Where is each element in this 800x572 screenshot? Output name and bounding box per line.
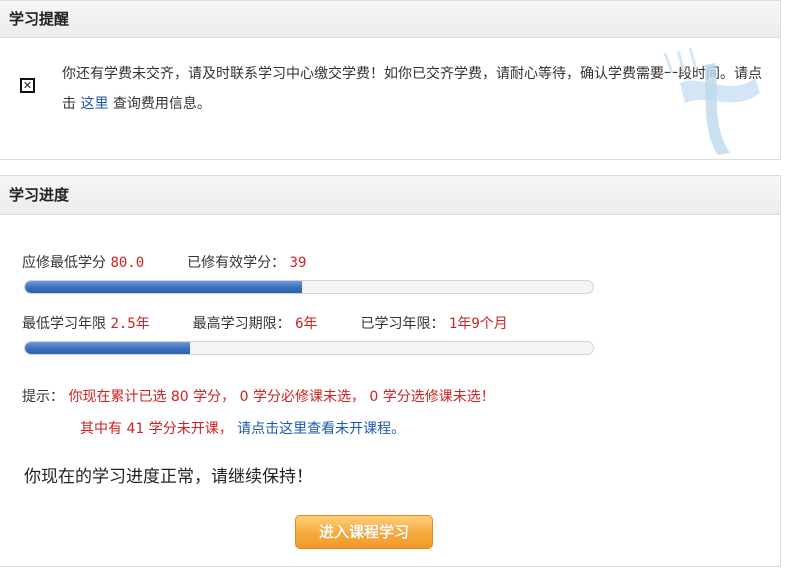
min-years-value: 2.5年: [110, 316, 150, 332]
fee-notice-part2: 查询费用信息。: [112, 96, 211, 112]
watermark-decoration: [663, 47, 760, 155]
fee-info-link[interactable]: 这里: [80, 96, 108, 112]
unopened-courses-link[interactable]: 请点击这里查看未开课程。: [237, 421, 405, 437]
credits-row: 应修最低学分 80.0 已修有效学分： 39: [22, 252, 306, 272]
years-progress-bar: [24, 341, 594, 355]
tip-line-1: 提示： 你现在累计已选 80 学分， 0 学分必修课未选， 0 学分选修课未选！: [22, 386, 495, 406]
tip-line-2: 其中有 41 学分未开课， 请点击这里查看未开课程。: [80, 418, 405, 438]
close-box-icon[interactable]: ✕: [20, 78, 35, 93]
tip-label: 提示：: [22, 389, 64, 405]
tip-unopened-credits: 其中有 41 学分未开课，: [80, 421, 233, 437]
earned-credits-label: 已修有效学分：: [187, 255, 286, 271]
credits-progress-fill: [25, 281, 302, 293]
earned-credits-value: 39: [289, 255, 307, 271]
required-credits-label: 应修最低学分: [22, 255, 106, 271]
credits-progress-bar: [24, 280, 594, 294]
studied-years-value: 1年9个月: [448, 316, 508, 332]
progress-panel-title: 学习进度: [0, 176, 780, 215]
years-row: 最低学习年限 2.5年 最高学习期限： 6年 已学习年限： 1年9个月: [22, 313, 508, 333]
studied-years-label: 已学习年限：: [360, 316, 445, 332]
tip-selected-summary: 你现在累计已选 80 学分， 0 学分必修课未选， 0 学分选修课未选！: [68, 389, 495, 405]
enter-course-button[interactable]: 进入课程学习: [295, 515, 433, 549]
max-years-value: 6年: [295, 316, 318, 332]
reminder-panel: 学习提醒 ✕ 你还有学费未交齐，请及时联系学习中心缴交学费！如你已交齐学费，请耐…: [0, 0, 781, 160]
required-credits-value: 80.0: [110, 255, 145, 271]
progress-status-text: 你现在的学习进度正常，请继续保持！: [24, 467, 313, 487]
years-progress-fill: [25, 342, 190, 354]
max-years-label: 最高学习期限：: [192, 316, 291, 332]
reminder-panel-title: 学习提醒: [0, 1, 780, 38]
progress-panel: 学习进度 应修最低学分 80.0 已修有效学分： 39 最低学习年限 2.5年 …: [0, 175, 781, 567]
min-years-label: 最低学习年限: [22, 316, 106, 332]
